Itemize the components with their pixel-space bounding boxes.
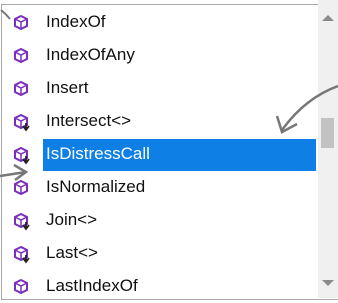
- scroll-up-button[interactable]: [318, 6, 338, 30]
- completion-item[interactable]: IndexOf: [2, 7, 316, 39]
- extension-method-icon: [12, 113, 34, 133]
- method-icon: [12, 278, 34, 298]
- completion-item-label: Join<>: [46, 210, 98, 229]
- method-icon-graphic: [14, 80, 28, 97]
- completion-item[interactable]: Last<>: [2, 238, 316, 270]
- completion-item-label: Last<>: [46, 243, 98, 262]
- method-icon-graphic: [14, 278, 28, 295]
- method-icon: [12, 179, 34, 199]
- completion-item[interactable]: Intersect<>: [2, 106, 316, 138]
- extension-method-icon-graphic: [14, 146, 30, 165]
- method-icon: [12, 47, 34, 67]
- extension-method-icon-graphic: [14, 113, 30, 132]
- completion-item-label: Intersect<>: [46, 111, 132, 130]
- method-icon-graphic: [14, 179, 28, 196]
- extension-method-icon: [12, 245, 34, 265]
- completion-item-label: IsNormalized: [46, 177, 146, 196]
- completion-item[interactable]: Insert: [2, 73, 316, 105]
- method-icon-graphic: [14, 14, 28, 31]
- completion-item-label: IndexOf: [46, 12, 106, 31]
- intellisense-completion-popup: IndexOf IndexOfAny Insert Intersect<> IsDist…: [1, 4, 338, 300]
- completion-item-label: LastIndexOf: [46, 276, 138, 295]
- completion-item[interactable]: LastIndexOf: [2, 271, 316, 303]
- completion-item[interactable]: Join<>: [2, 205, 316, 237]
- completion-item[interactable]: IsNormalized: [2, 172, 316, 204]
- completion-item[interactable]: IndexOfAny: [2, 40, 316, 72]
- completion-item[interactable]: IsDistressCall: [14, 139, 316, 171]
- completion-item-label: IsDistressCall: [46, 144, 150, 163]
- triangle-down-icon: [322, 280, 334, 286]
- method-icon: [12, 80, 34, 100]
- extension-method-icon: [12, 146, 34, 166]
- completion-item-label: IndexOfAny: [46, 45, 135, 64]
- scroll-thumb[interactable]: [321, 118, 334, 148]
- completion-list[interactable]: IndexOf IndexOfAny Insert Intersect<> IsDist…: [2, 5, 338, 299]
- completion-scrollbar[interactable]: [318, 0, 338, 298]
- method-icon: [12, 14, 34, 34]
- scroll-down-button[interactable]: [318, 270, 338, 294]
- method-icon-graphic: [14, 47, 28, 64]
- extension-method-icon-graphic: [14, 245, 30, 264]
- completion-item-label: Insert: [46, 78, 89, 97]
- extension-method-icon-graphic: [14, 212, 30, 231]
- triangle-up-icon: [322, 15, 334, 21]
- screenshot-stage: IndexOf IndexOfAny Insert Intersect<> IsDist…: [0, 0, 338, 300]
- extension-method-icon: [12, 212, 34, 232]
